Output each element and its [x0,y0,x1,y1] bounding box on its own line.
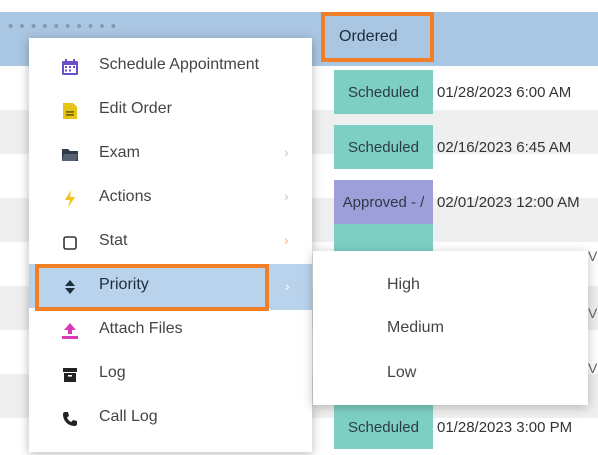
date-cell: 01/28/2023 3:00 PM [437,418,573,436]
context-menu: Schedule Appointment Edit Order Exam › A… [29,38,312,452]
checkbox-icon [59,232,81,254]
menu-item-label: Actions [99,188,152,205]
menu-item-label: Call Log [99,408,158,425]
phone-icon [59,408,81,430]
priority-submenu-arrow[interactable]: › [270,266,312,310]
status-cell[interactable]: Approved - / [334,180,433,224]
chevron-right-icon: › [285,278,290,294]
upload-icon [59,320,81,342]
date-cell: 02/16/2023 6:45 AM [437,138,572,156]
chevron-right-icon: › [284,144,289,160]
menu-item-log[interactable]: Log [29,352,312,396]
archive-icon [59,364,81,386]
truncated-cell: V [588,360,598,376]
status-cell[interactable]: Scheduled [334,70,433,114]
menu-item-label: Stat [99,232,128,249]
sort-icon [59,276,81,298]
truncated-cell: V [588,248,598,264]
chevron-right-icon: › [284,232,289,248]
status-cell[interactable] [334,224,433,251]
priority-submenu: High Medium Low [313,251,588,405]
grid-header-label: • • • • • • • • • • [8,18,118,35]
status-cell[interactable]: Scheduled [334,405,433,449]
menu-item-label: Priority [99,276,149,293]
edit-document-icon [59,100,81,122]
menu-item-attach-files[interactable]: Attach Files [29,308,312,352]
status-cell[interactable]: Scheduled [334,125,433,169]
menu-item-label: Attach Files [99,320,183,337]
folder-icon [59,144,81,166]
submenu-item-medium[interactable]: Medium [387,319,444,337]
status-column-header-label: Ordered [339,28,398,45]
truncated-cell: V [588,305,598,321]
submenu-item-low[interactable]: Low [387,364,416,382]
submenu-item-high[interactable]: High [387,276,420,294]
menu-item-edit-order[interactable]: Edit Order [29,88,312,132]
menu-item-label: Log [99,364,126,381]
lightning-icon [59,188,81,210]
menu-item-stat[interactable]: Stat › [29,220,312,264]
menu-item-actions[interactable]: Actions › [29,176,312,220]
date-cell: 01/28/2023 6:00 AM [437,83,572,101]
menu-item-label: Edit Order [99,100,172,117]
menu-item-label: Exam [99,144,140,161]
menu-item-label: Schedule Appointment [99,56,260,73]
date-cell: 02/01/2023 12:00 AM [437,193,580,211]
menu-item-exam[interactable]: Exam › [29,132,312,176]
menu-item-schedule-appointment[interactable]: Schedule Appointment [29,44,312,88]
calendar-icon [59,56,81,78]
status-column-header[interactable]: Ordered [321,12,434,62]
menu-item-call-log[interactable]: Call Log [29,396,312,440]
chevron-right-icon: › [284,188,289,204]
